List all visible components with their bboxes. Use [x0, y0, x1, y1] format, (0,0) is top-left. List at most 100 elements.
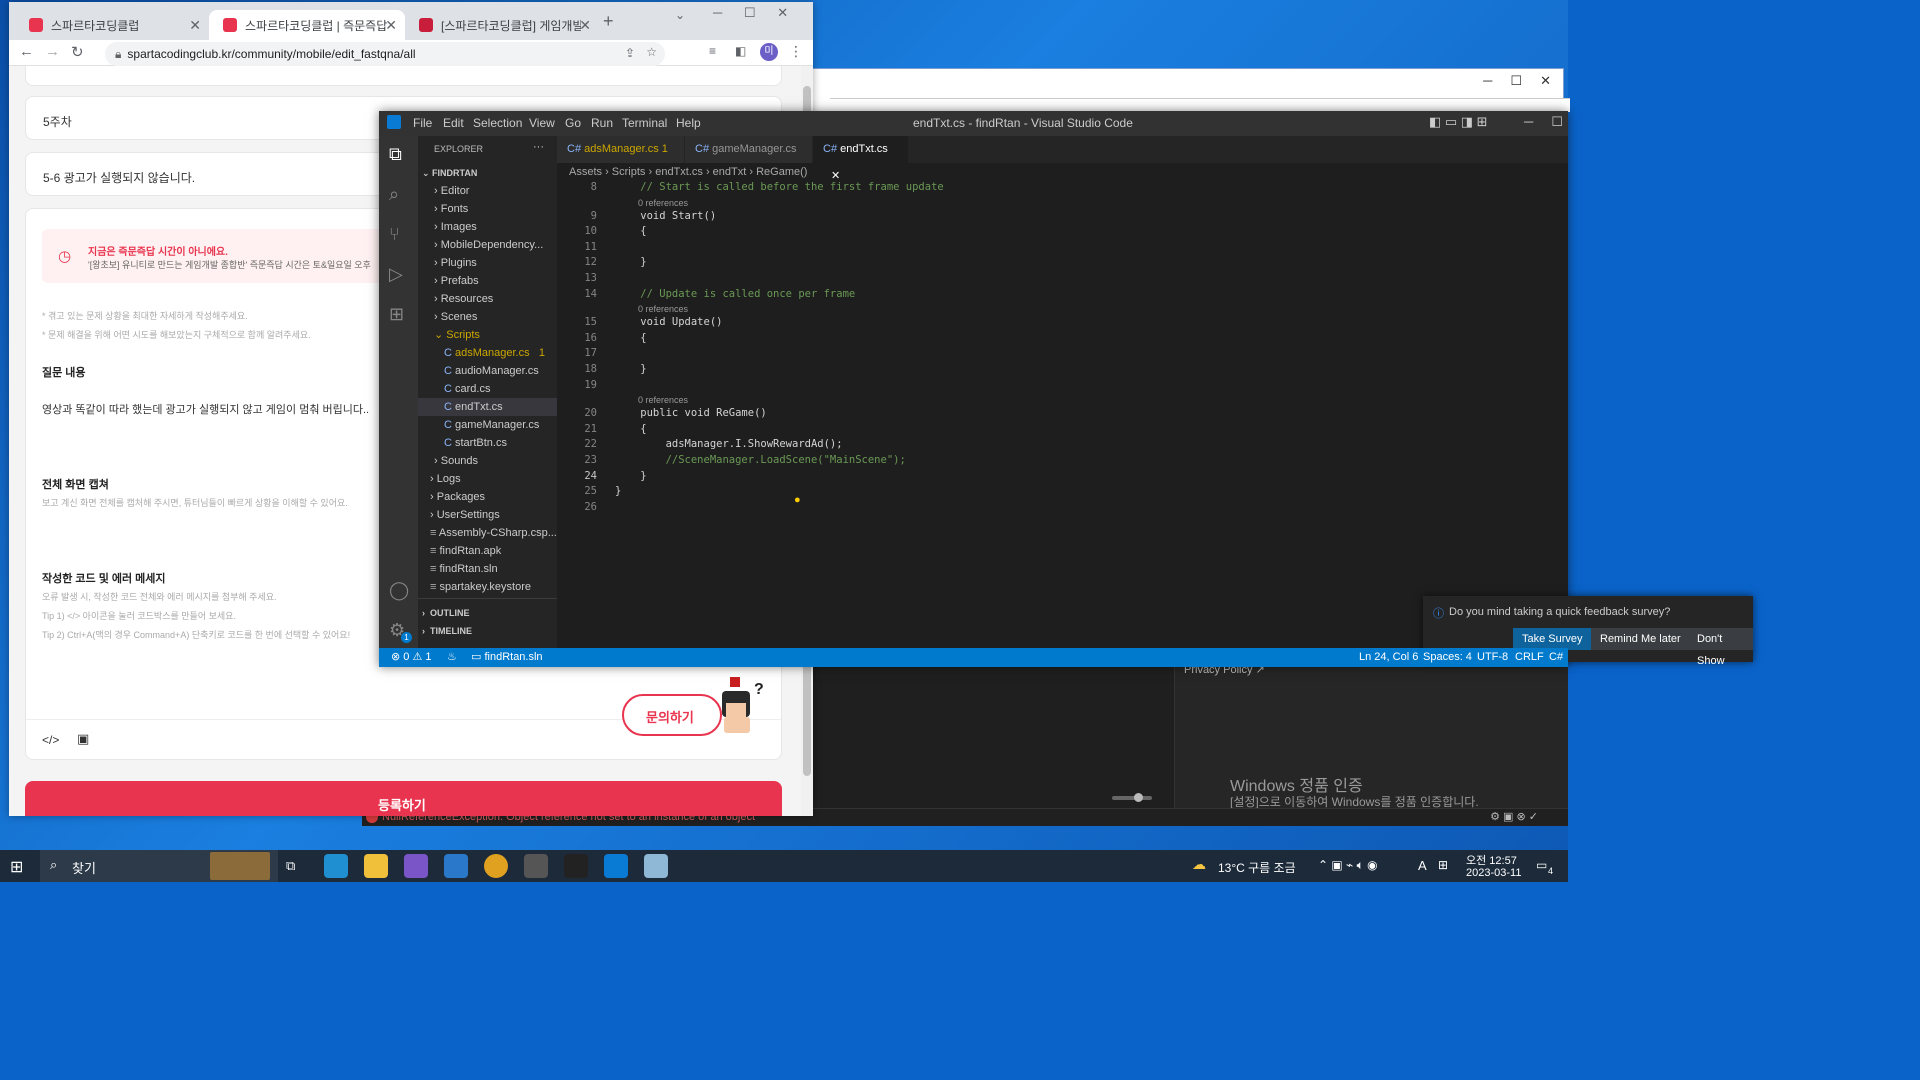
forward-icon[interactable]: → — [45, 43, 60, 60]
explorer-more-icon[interactable]: ··· — [533, 141, 544, 153]
crumb[interactable]: endTxt.cs — [655, 166, 703, 178]
zoom-slider[interactable] — [1112, 796, 1152, 800]
breadcrumb[interactable]: Assets › Scripts › endTxt.cs › endTxt › … — [557, 163, 1568, 181]
explorer-item[interactable]: › MobileDependency... — [418, 236, 557, 254]
notification-icon[interactable]: ▭ — [1536, 858, 1547, 872]
code-block-icon[interactable]: </> — [42, 733, 59, 747]
url-text[interactable]: spartacodingclub.kr/community/mobile/edi… — [127, 47, 415, 61]
zoom-slider-thumb[interactable] — [1134, 793, 1143, 802]
code-line[interactable]: public void ReGame() — [615, 407, 766, 419]
reading-list-icon[interactable]: ≡ — [709, 44, 716, 58]
search-icon[interactable]: ⌕ — [389, 184, 399, 205]
profile-avatar[interactable]: 미 — [760, 43, 778, 61]
vscode-taskbar-icon[interactable] — [604, 854, 628, 878]
extensions-icon[interactable]: ⊞ — [389, 304, 404, 325]
code-line[interactable]: void Update() — [615, 316, 722, 328]
explorer-item[interactable]: ≡ spartakey.keystore — [418, 578, 557, 596]
menu-go[interactable]: Go — [565, 116, 581, 130]
vscode-window-controls[interactable]: ─ ☐ — [1524, 114, 1563, 130]
menu-terminal[interactable]: Terminal — [622, 116, 667, 130]
internet-explorer-icon[interactable] — [444, 854, 468, 878]
codelens-references[interactable]: 0 references — [638, 198, 688, 208]
menu-edit[interactable]: Edit — [443, 116, 464, 130]
chrome-icon[interactable] — [484, 854, 508, 878]
flame-icon[interactable]: ♨ — [447, 648, 457, 667]
tab-adsManager[interactable]: C# adsManager.cs 1 — [557, 136, 685, 163]
bookmark-star-icon[interactable]: ☆ — [646, 45, 657, 59]
explorer-item[interactable]: › Plugins — [418, 254, 557, 272]
new-tab-icon[interactable]: + — [603, 11, 614, 32]
ime-indicator[interactable]: A — [1418, 858, 1427, 873]
app-icon[interactable] — [644, 854, 668, 878]
chrome-menu-icon[interactable]: ⋮ — [789, 43, 803, 60]
task-view-icon[interactable]: ⧉ — [286, 858, 295, 874]
tray-icons[interactable]: ⌃ ▣ ⌁ 🔈︎ ◉ — [1318, 858, 1378, 873]
close-tab-icon[interactable]: ✕ — [385, 17, 397, 34]
app-icon[interactable] — [404, 854, 428, 878]
solution-indicator[interactable]: ▭ findRtan.sln — [471, 648, 543, 667]
explorer-item[interactable]: › Fonts — [418, 200, 557, 218]
file-explorer-icon[interactable] — [364, 854, 388, 878]
explorer-item[interactable]: › Sounds — [418, 452, 557, 470]
explorer-item[interactable]: ≡ Assembly-CSharp.csp... — [418, 524, 557, 542]
explorer-item[interactable]: › Packages — [418, 488, 557, 506]
explorer-item[interactable]: C card.cs — [418, 380, 557, 398]
code-line[interactable]: // Start is called before the first fram… — [615, 181, 943, 193]
explorer-item[interactable]: ≡ findRtan.apk — [418, 542, 557, 560]
unity-status-icons[interactable]: ⚙ ▣ ⊗ ✓ — [1490, 810, 1538, 823]
menu-view[interactable]: View — [529, 116, 555, 130]
crumb[interactable]: Scripts — [612, 166, 646, 178]
indentation[interactable]: Spaces: 4 — [1423, 648, 1472, 667]
crumb[interactable]: endTxt — [713, 166, 747, 178]
outline-section[interactable]: › OUTLINE — [418, 604, 557, 622]
line-ending[interactable]: CRLF — [1515, 648, 1544, 667]
image-upload-icon[interactable]: ▣ — [77, 731, 89, 747]
window-controls[interactable]: ─ ☐ ✕ — [713, 5, 788, 21]
chrome-tab-1[interactable]: 스파르타코딩클럽 ✕ — [15, 10, 209, 40]
menu-run[interactable]: Run — [591, 116, 613, 130]
take-survey-button[interactable]: Take Survey — [1513, 628, 1592, 650]
menu-file[interactable]: File — [413, 116, 432, 130]
explorer-item[interactable]: › Resources — [418, 290, 557, 308]
explorer-item[interactable]: › Editor — [418, 182, 557, 200]
menu-help[interactable]: Help — [676, 116, 701, 130]
codelens-references[interactable]: 0 references — [638, 304, 688, 314]
explorer-item[interactable]: › Scenes — [418, 308, 557, 326]
cursor-position[interactable]: Ln 24, Col 6 — [1359, 648, 1418, 667]
explorer-item[interactable]: C adsManager.cs 1 — [418, 344, 557, 362]
menu-selection[interactable]: Selection — [473, 116, 522, 130]
crumb[interactable]: ReGame() — [756, 166, 807, 178]
keyboard-icon[interactable]: ⊞ — [1438, 858, 1448, 872]
code-line[interactable]: { — [615, 225, 646, 237]
explorer-item[interactable]: › Logs — [418, 470, 557, 488]
explorer-item[interactable]: ⌄ Scripts — [418, 326, 557, 344]
submit-button[interactable]: 등록하기 — [25, 781, 782, 816]
code-line[interactable]: // Update is called once per frame — [615, 288, 855, 300]
code-line[interactable]: } — [615, 363, 646, 375]
project-root[interactable]: ⌄ FINDRTAN — [418, 164, 557, 182]
remind-later-button[interactable]: Remind Me later — [1591, 628, 1690, 650]
explorer-icon[interactable]: ⧉ — [389, 144, 402, 165]
dont-show-button[interactable]: Don't Show — [1688, 628, 1753, 667]
problems-indicator[interactable]: ⊗ 0 ⚠ 1 — [391, 648, 432, 667]
explorer-item[interactable]: C gameManager.cs — [418, 416, 557, 434]
side-panel-icon[interactable]: ◧ — [735, 44, 746, 58]
explorer-item[interactable]: › Images — [418, 218, 557, 236]
unity-hub-icon[interactable] — [524, 854, 548, 878]
back-icon[interactable]: ← — [19, 43, 34, 60]
explorer-item[interactable]: › UserSettings — [418, 506, 557, 524]
tab-gameManager[interactable]: C# gameManager.cs — [685, 136, 813, 163]
ask-button[interactable]: 문의하기 — [622, 694, 722, 736]
encoding[interactable]: UTF-8 — [1477, 648, 1508, 667]
edge-icon[interactable] — [324, 854, 348, 878]
timeline-section[interactable]: › TIMELINE — [418, 622, 557, 640]
layout-toggle-icons[interactable]: ◧ ▭ ◨ ⊞ — [1429, 114, 1488, 130]
explorer-item[interactable]: C startBtn.cs — [418, 434, 557, 452]
code-line[interactable]: { — [615, 423, 646, 435]
account-icon[interactable]: ◯ — [389, 580, 409, 601]
chrome-tab-3[interactable]: [스파르타코딩클럽] 게임개발 종 ✕ — [405, 10, 599, 40]
language-mode[interactable]: C# — [1549, 648, 1563, 667]
explorer-item[interactable]: › Prefabs — [418, 272, 557, 290]
code-line[interactable]: void Start() — [615, 210, 716, 222]
explorer-item[interactable]: C endTxt.cs — [418, 398, 557, 416]
